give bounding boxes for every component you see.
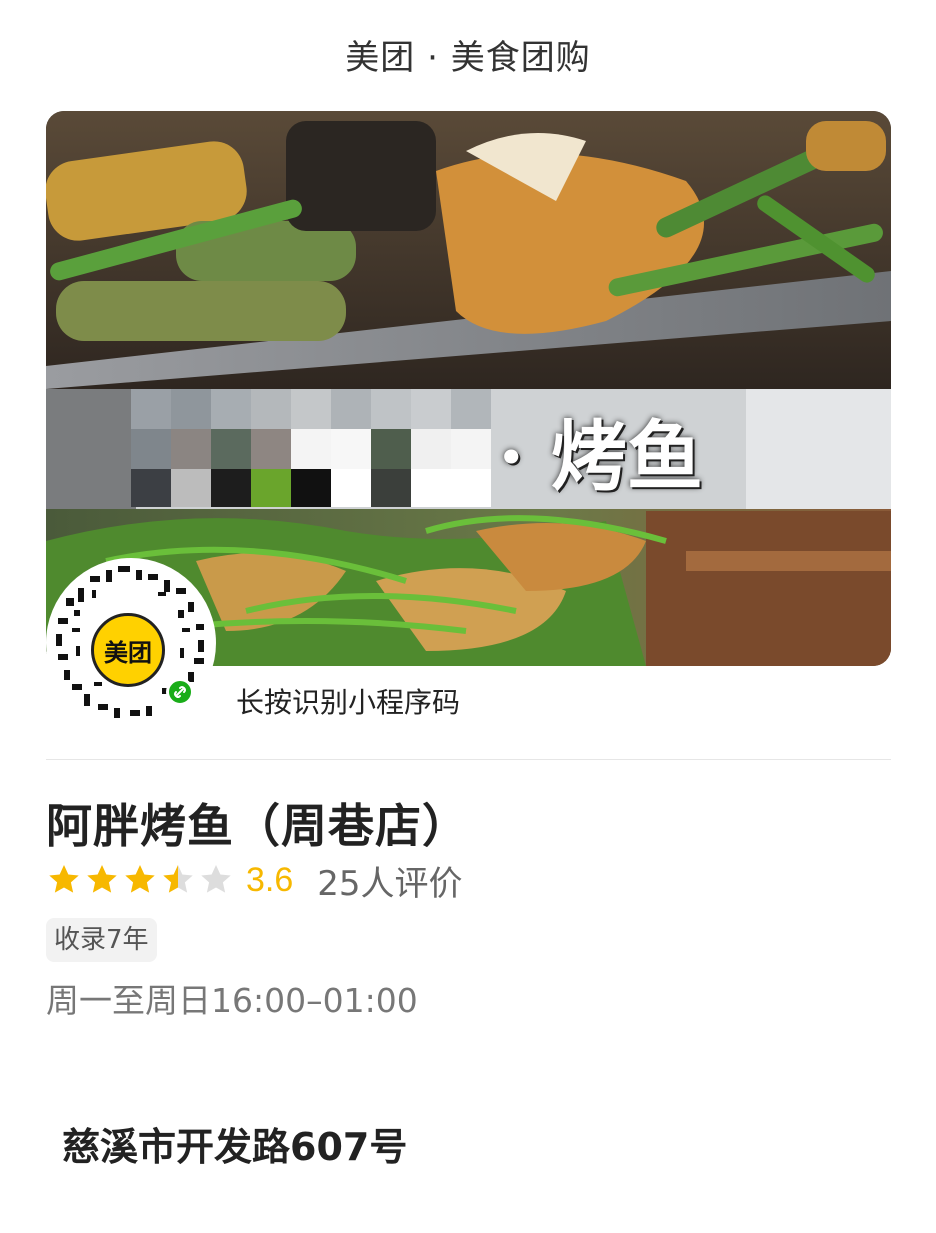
- star-full-icon: [125, 865, 155, 893]
- hero-overlay-text: · 烤鱼: [498, 412, 703, 501]
- listing-age-badge: 收录7年: [46, 918, 157, 962]
- star-empty-icon: [201, 865, 231, 893]
- review-count[interactable]: 25人评价: [317, 856, 462, 905]
- store-name: 阿胖烤鱼（周巷店）: [46, 799, 469, 853]
- rating-score: 3.6: [246, 860, 294, 899]
- mini-program-qr-code[interactable]: 美团: [46, 558, 216, 728]
- section-divider: [46, 759, 891, 760]
- qr-caption: 长按识别小程序码: [236, 686, 461, 719]
- mini-program-link-icon: [166, 678, 194, 706]
- store-address[interactable]: 慈溪市开发路607号: [62, 1116, 407, 1171]
- star-half-icon: [163, 865, 193, 893]
- meituan-badge: 美团: [91, 613, 165, 687]
- star-rating: [46, 862, 236, 898]
- page-title: 美团 · 美食团购: [345, 38, 591, 78]
- star-full-icon: [49, 865, 79, 893]
- rating-row: 3.6 25人评价: [46, 856, 463, 905]
- meituan-badge-text: 美团: [104, 638, 152, 667]
- star-full-icon: [87, 865, 117, 893]
- business-hours: 周一至周日16:00–01:00: [46, 981, 418, 1020]
